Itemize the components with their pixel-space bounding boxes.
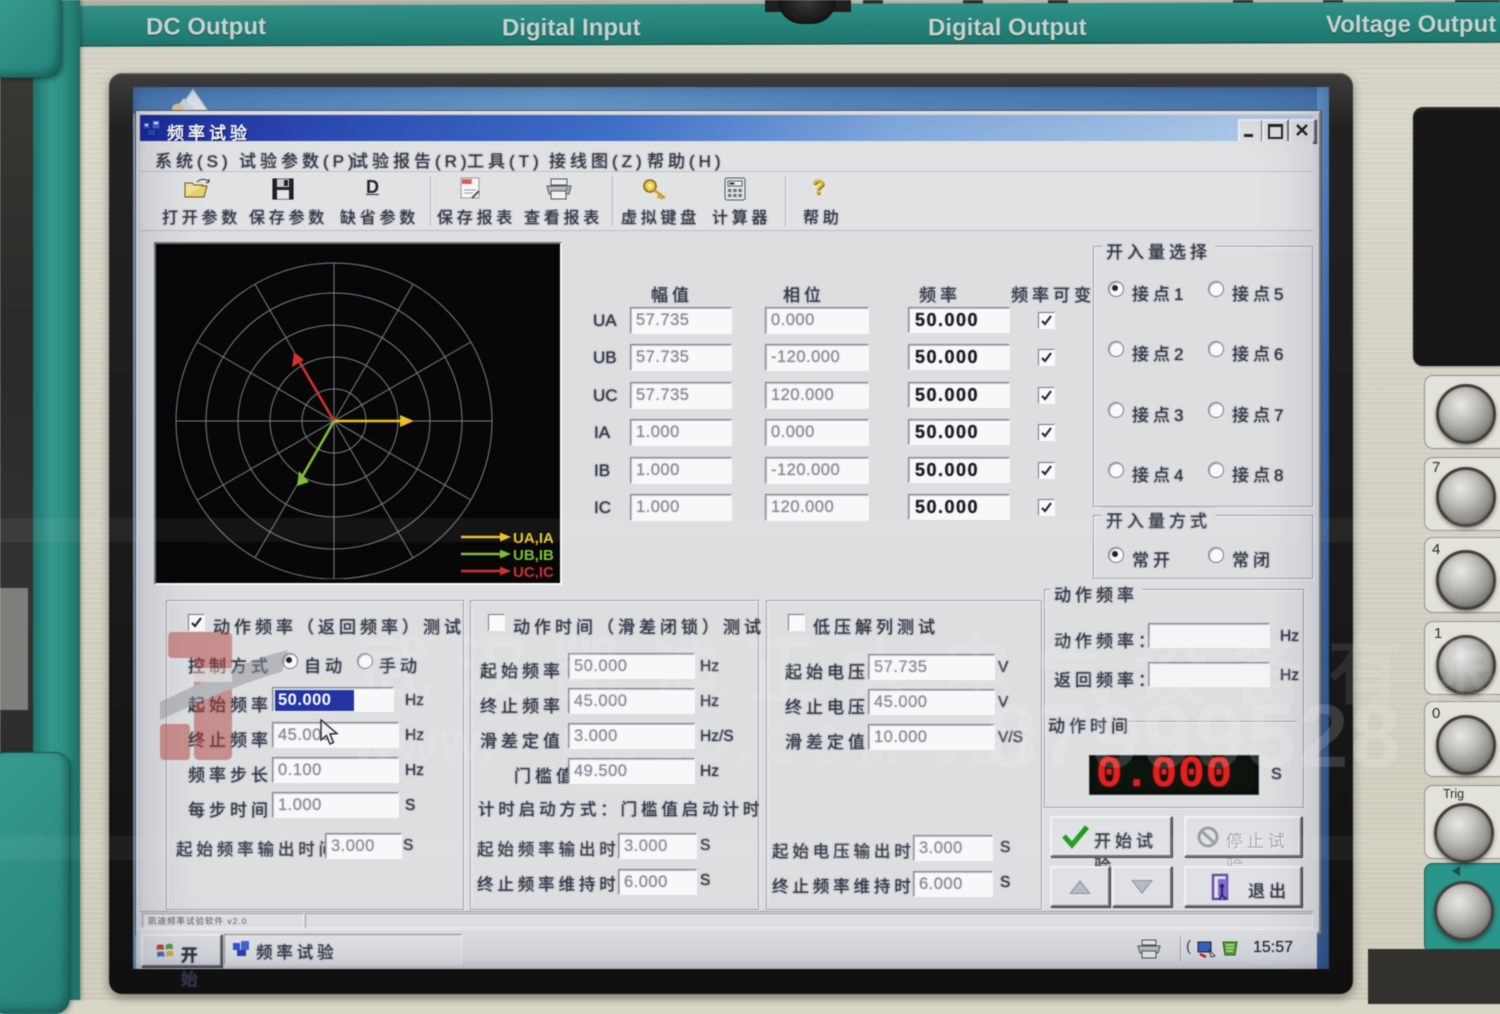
svg-text:UB,IB: UB,IB [513,547,554,564]
svg-text:UC,IC: UC,IC [513,564,554,579]
svg-text:DEL: DEL [463,180,472,185]
